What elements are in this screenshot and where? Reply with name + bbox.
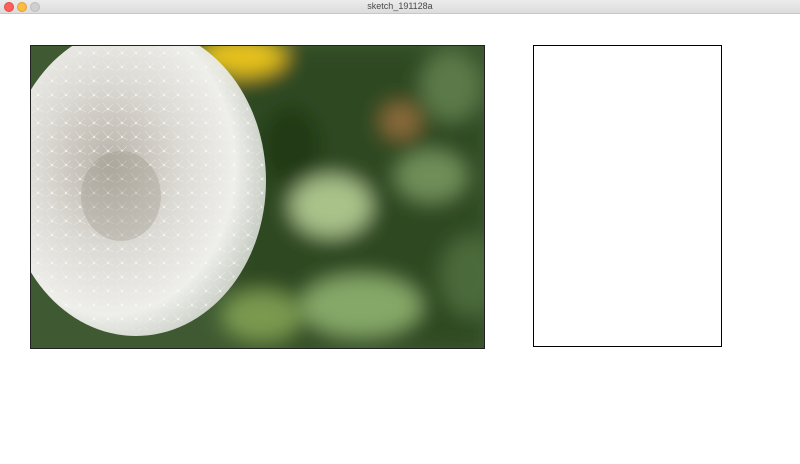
sketch-canvas [0,14,800,464]
dandelion-photo [30,45,485,349]
window-title: sketch_191128a [367,1,433,11]
window-titlebar: sketch_191128a [0,0,800,14]
empty-rectangle [533,45,722,347]
